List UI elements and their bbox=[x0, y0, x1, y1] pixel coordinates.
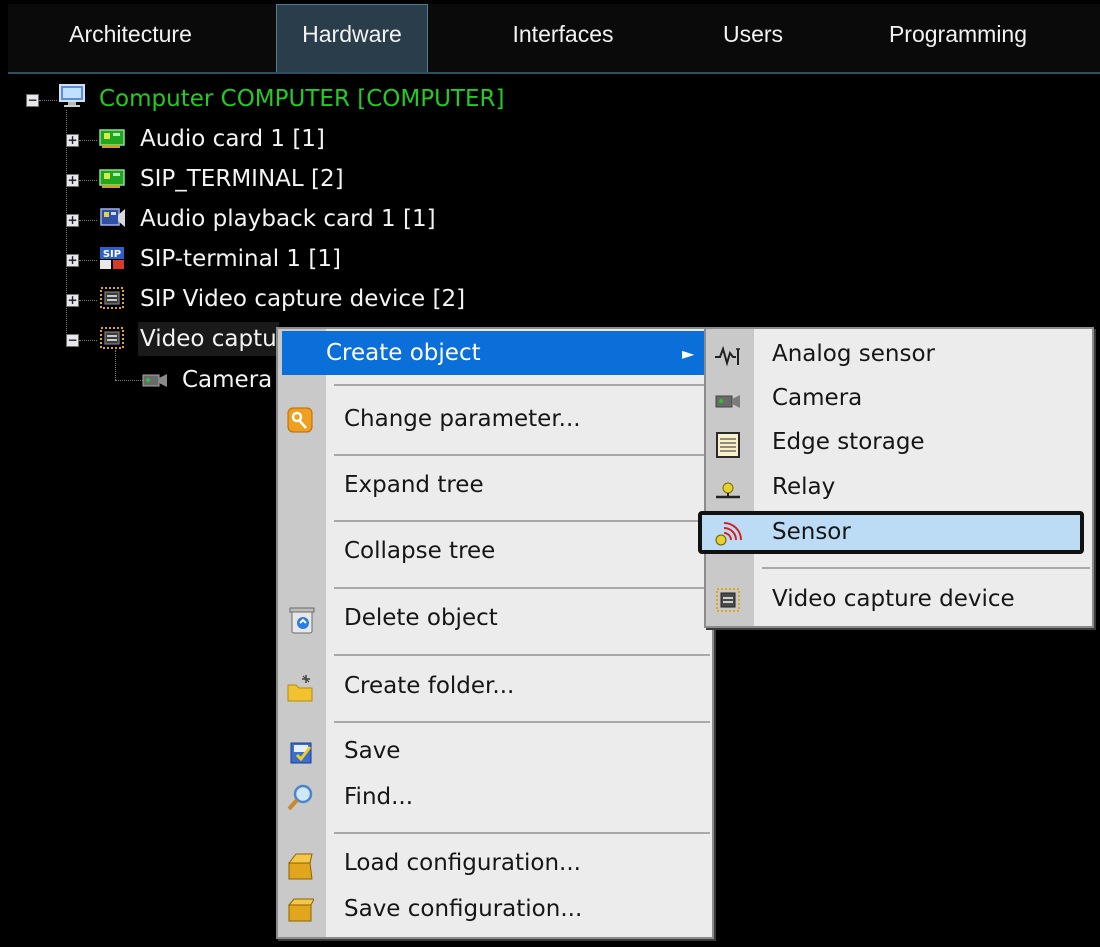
video-capture-icon bbox=[100, 327, 124, 349]
menu-separator bbox=[334, 587, 710, 589]
expand-node-button[interactable]: + bbox=[66, 294, 79, 307]
magnifier-icon bbox=[287, 784, 313, 811]
tree-node-sip-video-capture[interactable]: SIP Video capture device [2] bbox=[140, 282, 465, 316]
delete-object-menu-item[interactable]: Delete object bbox=[344, 596, 498, 640]
sensor-menu-label: Sensor bbox=[772, 519, 851, 545]
find-menu-item[interactable]: Find... bbox=[344, 775, 413, 819]
key-icon bbox=[287, 407, 313, 433]
tree-node-camera[interactable]: Camera bbox=[182, 363, 272, 397]
tab-users[interactable]: Users bbox=[688, 4, 818, 74]
menu-separator bbox=[334, 654, 710, 656]
menu-separator bbox=[334, 520, 710, 522]
save-icon bbox=[290, 742, 312, 764]
tree-node-audio-card[interactable]: Audio card 1 [1] bbox=[140, 122, 325, 156]
video-capture-icon bbox=[716, 588, 740, 612]
svg-text:SIP: SIP bbox=[103, 249, 121, 260]
camera-icon bbox=[142, 374, 167, 387]
tree-node-sip-terminal[interactable]: SIP_TERMINAL [2] bbox=[140, 162, 344, 196]
tree-guide-line bbox=[79, 340, 97, 341]
video-capture-icon bbox=[100, 287, 124, 309]
context-menu: Create object ► Change parameter... Expa… bbox=[276, 327, 714, 939]
playback-card-icon bbox=[100, 208, 125, 227]
analog-sensor-menu-item[interactable]: Analog sensor bbox=[772, 332, 935, 376]
load-configuration-menu-item[interactable]: Load configuration... bbox=[344, 841, 581, 885]
tab-architecture[interactable]: Architecture bbox=[8, 4, 253, 74]
collapse-node-button[interactable]: − bbox=[66, 334, 79, 347]
menu-separator bbox=[334, 721, 710, 723]
menu-item-label: Create object bbox=[326, 340, 481, 366]
tab-programming[interactable]: Programming bbox=[838, 4, 1078, 74]
box-open-icon bbox=[287, 853, 313, 880]
collapse-tree-menu-item[interactable]: Collapse tree bbox=[344, 529, 495, 573]
expand-tree-menu-item[interactable]: Expand tree bbox=[344, 463, 484, 507]
audio-card-icon bbox=[99, 169, 125, 188]
camera-menu-item[interactable]: Camera bbox=[772, 376, 862, 420]
menu-separator bbox=[762, 567, 1090, 569]
tree-guide-line bbox=[115, 350, 116, 380]
save-configuration-menu-item[interactable]: Save configuration... bbox=[344, 887, 582, 931]
expand-node-button[interactable]: + bbox=[66, 214, 79, 227]
box-closed-icon bbox=[287, 898, 314, 922]
edge-storage-menu-item[interactable]: Edge storage bbox=[772, 420, 925, 464]
camera-icon bbox=[715, 395, 740, 408]
expand-node-button[interactable]: + bbox=[66, 174, 79, 187]
tree-guide-line bbox=[79, 140, 97, 141]
relay-icon bbox=[716, 482, 740, 499]
tree-node-audio-playback-card[interactable]: Audio playback card 1 [1] bbox=[140, 202, 436, 236]
tree-guide-line bbox=[79, 220, 97, 221]
tree-node-computer[interactable]: Computer COMPUTER [COMPUTER] bbox=[99, 82, 504, 116]
menu-separator bbox=[334, 832, 710, 834]
video-capture-device-menu-item[interactable]: Video capture device bbox=[772, 577, 1015, 621]
edge-storage-icon bbox=[716, 432, 740, 458]
sensor-icon bbox=[715, 522, 742, 546]
relay-menu-item[interactable]: Relay bbox=[772, 465, 835, 509]
tab-interfaces[interactable]: Interfaces bbox=[453, 4, 673, 74]
audio-card-icon bbox=[99, 129, 125, 148]
menu-separator bbox=[334, 384, 710, 386]
create-object-submenu: Analog sensor Camera Edge storage Relay … bbox=[698, 327, 1094, 628]
tree-node-sip-terminal-1[interactable]: SIP-terminal 1 [1] bbox=[140, 242, 341, 276]
sip-terminal-icon: SIP bbox=[100, 247, 124, 269]
sensor-menu-item[interactable] bbox=[698, 511, 1084, 554]
computer-monitor-icon bbox=[59, 84, 85, 107]
tree-node-video-capture[interactable]: Video captu bbox=[138, 322, 279, 356]
tree-guide-line bbox=[79, 300, 97, 301]
create-object-menu-item[interactable]: Create object ► bbox=[282, 331, 708, 375]
trash-icon bbox=[289, 607, 315, 634]
expand-node-button[interactable]: + bbox=[66, 254, 79, 267]
tab-bar: Architecture Hardware Interfaces Users P… bbox=[8, 4, 1100, 74]
new-folder-icon bbox=[287, 675, 313, 702]
change-parameter-menu-item[interactable]: Change parameter... bbox=[344, 397, 581, 441]
submenu-arrow-icon: ► bbox=[682, 343, 695, 363]
save-menu-item[interactable]: Save bbox=[344, 729, 400, 773]
tree-guide-line bbox=[79, 260, 97, 261]
collapse-root-button[interactable]: − bbox=[26, 94, 39, 107]
expand-node-button[interactable]: + bbox=[66, 134, 79, 147]
tab-hardware[interactable]: Hardware bbox=[276, 4, 428, 74]
tree-guide-line bbox=[39, 100, 57, 101]
create-folder-menu-item[interactable]: Create folder... bbox=[344, 664, 514, 708]
analog-sensor-icon bbox=[715, 345, 740, 367]
tree-guide-line bbox=[79, 180, 97, 181]
menu-separator bbox=[334, 454, 710, 456]
